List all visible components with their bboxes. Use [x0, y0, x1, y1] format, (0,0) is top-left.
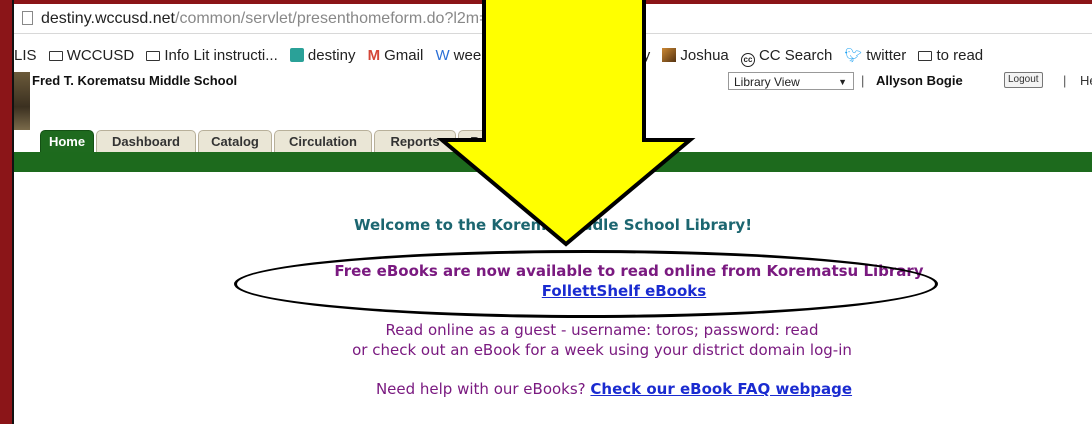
annotation-arrow-icon — [436, 0, 696, 247]
arrow-shape — [436, 0, 696, 247]
